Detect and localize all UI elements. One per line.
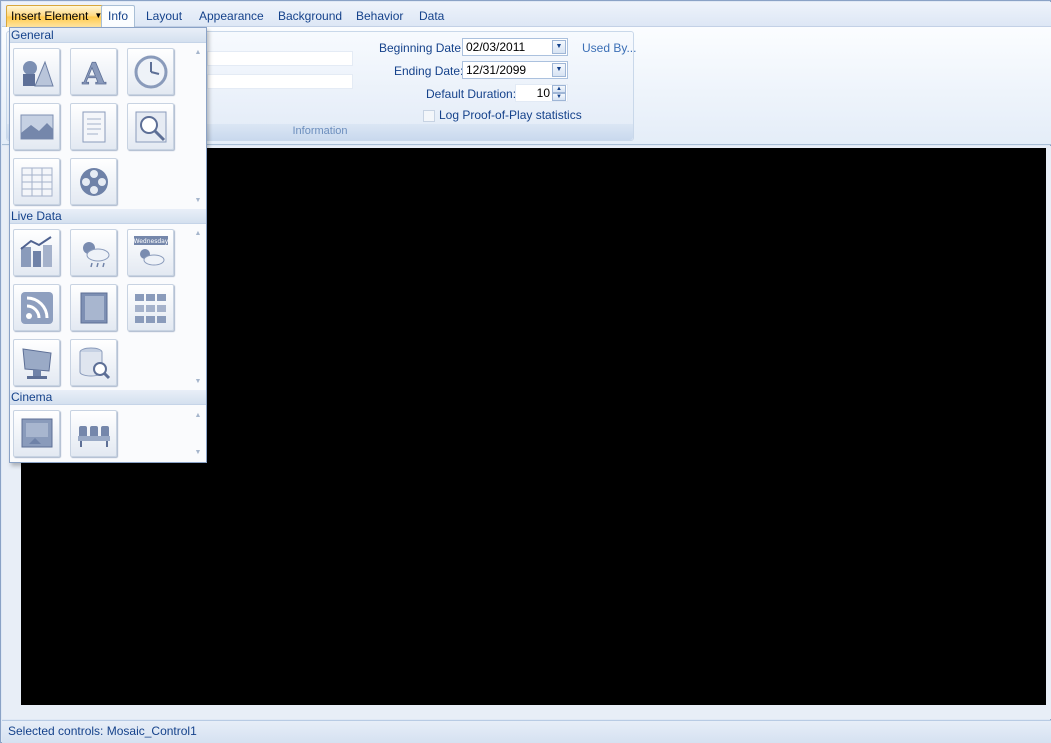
log-pop-label[interactable]: Log Proof-of-Play statistics [439, 108, 582, 122]
ending-date-value: 12/31/2099 [466, 63, 527, 77]
tab-layout[interactable]: Layout [140, 6, 188, 27]
tab-data[interactable]: Data [413, 6, 450, 27]
clock-icon[interactable] [127, 48, 174, 95]
document-icon[interactable] [70, 103, 117, 150]
weather-forecast-icon[interactable]: Wednesday [127, 229, 174, 276]
spin-down-icon[interactable]: ▼ [552, 93, 566, 101]
status-bar: Selected controls: Mosaic_Control1 [2, 720, 1051, 743]
scroll-down-icon[interactable]: ▼ [193, 196, 203, 206]
insert-element-gallery: General A ▲ ▼ Live Data Wednesday ▲ ▼ Ci… [9, 27, 207, 463]
beginning-date-picker[interactable]: 02/03/2011 ▼ [462, 38, 568, 56]
main-window: Insert Element ▼ Info Layout Appearance … [0, 0, 1051, 743]
tab-insert-element-label: Insert Element [11, 9, 89, 23]
tab-behavior[interactable]: Behavior [350, 6, 409, 27]
shapes-icon[interactable] [13, 48, 60, 95]
ribbon-tab-bar: Insert Element ▼ Info Layout Appearance … [2, 2, 1051, 28]
beginning-date-label: Beginning Date: [379, 41, 465, 55]
weather-forecast-day: Wednesday [134, 238, 169, 245]
scroll-up-icon[interactable]: ▲ [193, 411, 203, 421]
rss-feed-icon[interactable] [13, 284, 60, 331]
section-header-live-data: Live Data [10, 209, 206, 224]
description-field[interactable] [207, 74, 353, 89]
section-header-general: General [10, 28, 206, 43]
default-duration-label: Default Duration: [426, 87, 517, 101]
text-icon[interactable]: A [70, 48, 117, 95]
weather-icon[interactable] [70, 229, 117, 276]
section-header-cinema: Cinema [10, 390, 206, 405]
tab-appearance[interactable]: Appearance [193, 6, 270, 27]
status-text: Selected controls: Mosaic_Control1 [8, 724, 197, 738]
image-icon[interactable] [13, 103, 60, 150]
tab-info[interactable]: Info [101, 5, 136, 28]
tab-background[interactable]: Background [272, 6, 348, 27]
database-search-icon[interactable] [70, 339, 117, 386]
stock-ticker-icon[interactable] [13, 229, 60, 276]
theater-seats-icon[interactable] [70, 410, 117, 457]
scroll-down-icon[interactable]: ▼ [193, 377, 203, 387]
chevron-down-icon[interactable]: ▼ [552, 63, 566, 77]
notebook-icon[interactable] [70, 284, 117, 331]
movie-poster-icon[interactable] [13, 410, 60, 457]
scroll-down-icon[interactable]: ▼ [193, 448, 203, 458]
video-icon[interactable] [70, 158, 117, 205]
scroll-up-icon[interactable]: ▲ [193, 48, 203, 58]
table-icon[interactable] [13, 158, 60, 205]
data-grid-icon[interactable] [127, 284, 174, 331]
ending-date-label: Ending Date: [394, 64, 464, 78]
chevron-down-icon[interactable]: ▼ [552, 40, 566, 54]
beginning-date-value: 02/03/2011 [466, 40, 526, 54]
default-duration-stepper[interactable]: 10 ▲ ▼ [515, 84, 568, 102]
ending-date-picker[interactable]: 12/31/2099 ▼ [462, 61, 568, 79]
spin-up-icon[interactable]: ▲ [552, 85, 566, 93]
svg-text:A: A [81, 57, 106, 90]
zoom-icon[interactable] [127, 103, 174, 150]
used-by-link[interactable]: Used By... [582, 41, 636, 55]
default-duration-value: 10 [536, 86, 550, 100]
kiosk-icon[interactable] [13, 339, 60, 386]
name-field[interactable] [207, 51, 353, 66]
tab-insert-element[interactable]: Insert Element ▼ [6, 5, 108, 27]
log-pop-checkbox[interactable] [423, 110, 435, 122]
scroll-up-icon[interactable]: ▲ [193, 229, 203, 239]
